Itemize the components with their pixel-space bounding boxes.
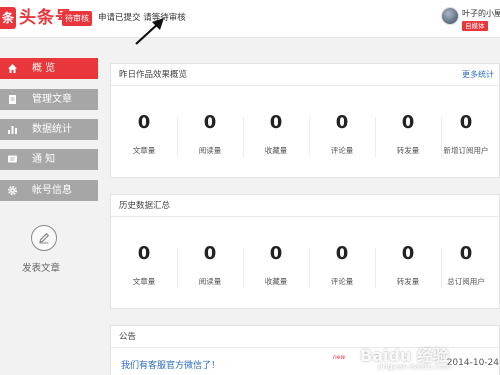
sidebar-item-label: 管理文章 [32, 94, 72, 105]
sidebar-item-label: 概 览 [32, 63, 56, 74]
new-tag: new [333, 354, 346, 361]
stat-total-subscribers: 0 总订阅用户 [433, 218, 499, 308]
document-icon [7, 94, 18, 105]
stat-label: 评论量 [330, 277, 354, 286]
top-header: 条 头条号 待审核 申请已提交 请等待审核 叶子的小屋 自媒体 [0, 0, 500, 45]
stat-value: 0 [459, 112, 473, 133]
stat-value: 0 [459, 243, 473, 264]
sidebar-item-articles[interactable]: 管理文章 [0, 89, 98, 110]
stat-value: 0 [401, 112, 415, 133]
stat-favorites: 0 收藏量 [243, 87, 309, 177]
status-badge: 待审核 [62, 11, 92, 26]
username[interactable]: 叶子的小屋 [462, 8, 500, 19]
panel-title-text: 历史数据汇总 [119, 201, 171, 211]
publish-article-link[interactable]: 发表文章 [22, 260, 60, 274]
annotation-arrow-icon [135, 18, 164, 45]
stat-reads: 0 阅读量 [177, 87, 243, 177]
stat-label: 转发量 [396, 277, 420, 286]
stat-label: 新增订阅用户 [443, 146, 489, 155]
stat-value: 0 [137, 243, 151, 264]
sidebar-item-label: 通 知 [32, 154, 56, 165]
stats-row: 0 文章量 0 阅读量 0 收藏量 0 评论量 0 转发量 0 新增订阅用户 [111, 87, 500, 177]
history-summary-panel: 历史数据汇总 0 文章量 0 阅读量 0 收藏量 0 评论量 0 转发量 0 总… [110, 194, 500, 309]
sidebar: 概 览 管理文章 数据统计 通 知 帐号信息 发表文章 [0, 38, 100, 375]
stat-label: 收藏量 [264, 146, 288, 155]
stat-value: 0 [137, 112, 151, 133]
sidebar-item-account[interactable]: 帐号信息 [0, 180, 98, 201]
stat-shares: 0 转发量 [375, 218, 441, 308]
stat-comments: 0 评论量 [309, 87, 375, 177]
panel-title: 历史数据汇总 [111, 195, 499, 217]
avatar[interactable] [441, 7, 459, 25]
stat-value: 0 [335, 112, 349, 133]
logo-mark[interactable]: 条 [0, 7, 16, 29]
bar-chart-icon [7, 124, 18, 135]
stat-label: 阅读量 [198, 146, 222, 155]
stat-favorites: 0 收藏量 [243, 218, 309, 308]
sidebar-item-overview[interactable]: 概 览 [0, 58, 98, 79]
yesterday-overview-panel: 昨日作品效果概览 更多统计 0 文章量 0 阅读量 0 收藏量 0 评论量 0 … [110, 63, 500, 178]
stat-comments: 0 评论量 [309, 218, 375, 308]
stat-value: 0 [203, 112, 217, 133]
stat-label: 评论量 [330, 146, 354, 155]
sidebar-item-statistics[interactable]: 数据统计 [0, 119, 98, 140]
stat-value: 0 [269, 243, 283, 264]
stat-new-subscribers: 0 新增订阅用户 [433, 87, 499, 177]
sidebar-item-label: 数据统计 [32, 124, 72, 135]
panel-title-text: 公告 [119, 332, 137, 342]
stat-label: 转发量 [396, 146, 420, 155]
announcement-link[interactable]: 我们有客服官方微信了！ [121, 358, 220, 371]
stat-value: 0 [335, 243, 349, 264]
stats-row: 0 文章量 0 阅读量 0 收藏量 0 评论量 0 转发量 0 总订阅用户 [111, 218, 500, 308]
stat-label: 总订阅用户 [447, 277, 485, 286]
message-icon [7, 154, 18, 165]
stat-shares: 0 转发量 [375, 87, 441, 177]
stat-articles: 0 文章量 [111, 87, 177, 177]
panel-title: 昨日作品效果概览 更多统计 [111, 64, 499, 86]
stat-label: 阅读量 [198, 277, 222, 286]
more-stats-link[interactable]: 更多统计 [462, 64, 494, 86]
watermark-url: jingyan.baidu.com [378, 362, 452, 371]
user-type-badge: 自媒体 [462, 21, 488, 31]
gear-icon [7, 185, 18, 196]
stat-value: 0 [269, 112, 283, 133]
panel-title-text: 昨日作品效果概览 [119, 70, 188, 80]
home-icon [7, 63, 18, 74]
stat-reads: 0 阅读量 [177, 218, 243, 308]
stat-value: 0 [401, 243, 415, 264]
stat-label: 文章量 [132, 146, 156, 155]
edit-icon[interactable] [31, 225, 57, 251]
stat-articles: 0 文章量 [111, 218, 177, 308]
stat-value: 0 [203, 243, 217, 264]
sidebar-item-notifications[interactable]: 通 知 [0, 149, 98, 170]
stat-label: 文章量 [132, 277, 156, 286]
announcement-date: 2014-10-24 [446, 358, 499, 368]
sidebar-item-label: 帐号信息 [32, 185, 72, 196]
stat-label: 收藏量 [264, 277, 288, 286]
